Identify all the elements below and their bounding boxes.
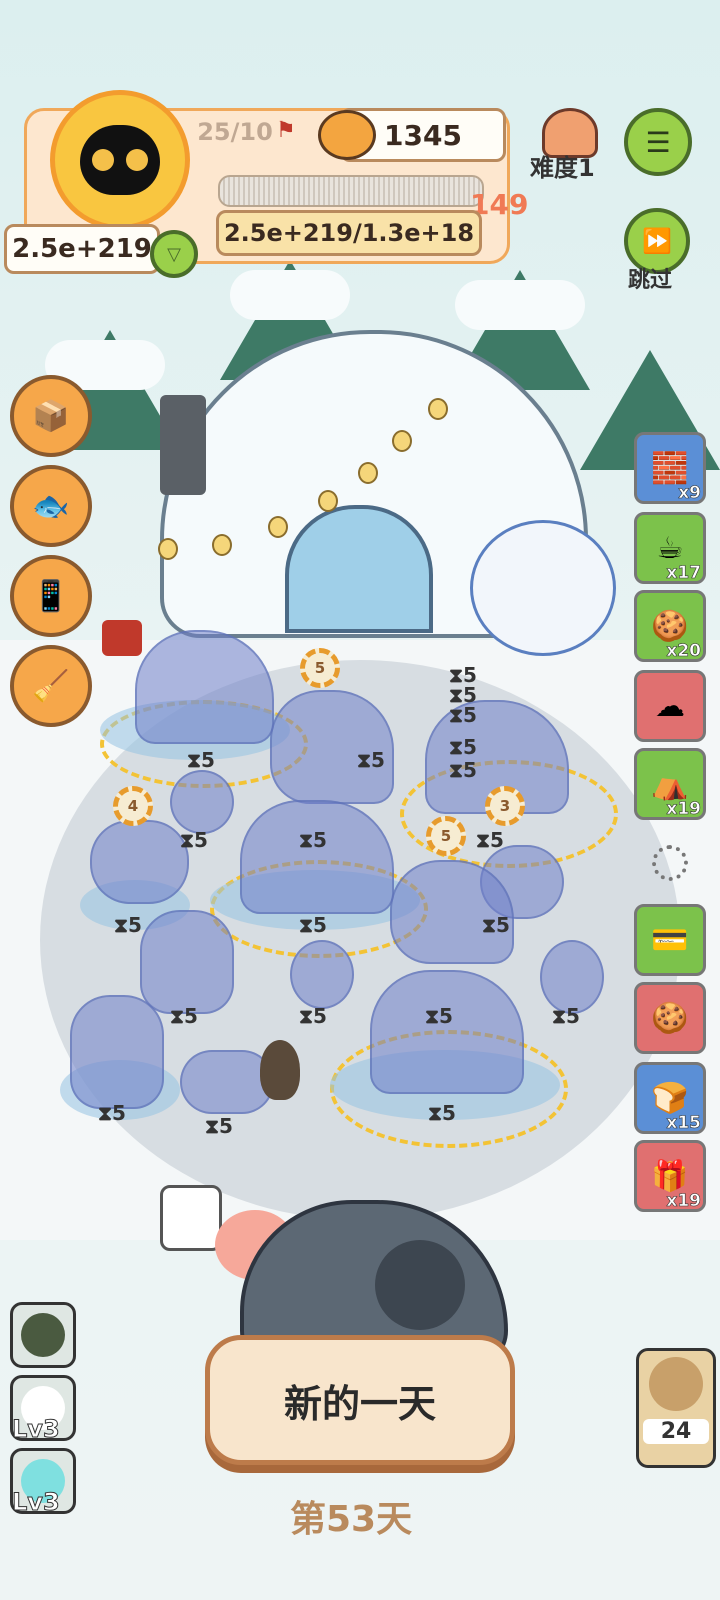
gift-bag-icon: 🎁 bbox=[651, 1158, 689, 1194]
lamp-bulb bbox=[358, 462, 378, 484]
exp-text: 2.5e+219/1.3e+18 bbox=[216, 210, 482, 256]
frozen-mammoth[interactable] bbox=[240, 800, 394, 914]
difficulty-label[interactable]: 难度1 bbox=[530, 148, 595, 183]
freeze-timer: ⧗5 bbox=[425, 1004, 453, 1028]
freeze-timer: ⧗5 bbox=[187, 748, 215, 772]
freeze-timer: ⧗5 bbox=[449, 735, 477, 759]
frozen-penguin[interactable] bbox=[290, 940, 354, 1009]
frog-icon bbox=[21, 1313, 65, 1357]
level-chip[interactable]: 4 bbox=[113, 786, 153, 826]
freeze-timer: ⧗5 bbox=[299, 913, 327, 937]
frozen-penguin[interactable] bbox=[540, 940, 604, 1014]
skill-level: Lv3 bbox=[12, 1488, 61, 1517]
inventory-gingerbread[interactable]: 🍪 bbox=[634, 982, 706, 1054]
inventory-coffee[interactable]: ☕ x17 bbox=[634, 512, 706, 584]
owl-counter-card[interactable]: 24 bbox=[636, 1348, 716, 1468]
owl-count: 24 bbox=[643, 1419, 709, 1444]
bank-card-icon: 💳 bbox=[651, 922, 689, 958]
menu-button[interactable]: ☰ bbox=[624, 108, 692, 176]
freeze-timer: ⧗5 bbox=[449, 758, 477, 782]
tree-snow bbox=[455, 280, 585, 330]
monster-face bbox=[375, 1240, 465, 1330]
igloo-door bbox=[285, 505, 433, 633]
hp-value: 2.5e+219 bbox=[4, 224, 160, 274]
freeze-timer: ⧗5 bbox=[428, 1101, 456, 1125]
frozen-fox[interactable] bbox=[70, 995, 164, 1109]
goldfish-icon: 🐟 bbox=[32, 488, 70, 524]
ice-phoenix[interactable] bbox=[470, 520, 616, 656]
inventory-gift-bag[interactable]: 🎁 x19 bbox=[634, 1140, 706, 1212]
gingerbread-icon: 🍪 bbox=[651, 1000, 689, 1036]
freeze-timer: ⧗5 bbox=[482, 913, 510, 937]
cookie-pack-icon: 🍪 bbox=[651, 608, 689, 644]
freeze-timer: ⧗5 bbox=[205, 1114, 233, 1138]
exp-progress-bar bbox=[218, 175, 484, 207]
inventory-tent[interactable]: ⛺ x19 bbox=[634, 748, 706, 820]
coin-tin-icon bbox=[318, 110, 376, 160]
fast-forward-icon: ⏩ bbox=[642, 227, 672, 255]
new-day-button[interactable]: 新的一天 bbox=[205, 1335, 515, 1465]
level-chip[interactable]: 5 bbox=[300, 648, 340, 688]
owl-icon bbox=[649, 1357, 703, 1411]
freeze-timer: ⧗5 bbox=[299, 1004, 327, 1028]
freeze-timer: ⧗5 bbox=[170, 1004, 198, 1028]
certificate-icon[interactable] bbox=[160, 1185, 222, 1251]
stage-progress: 25/10 bbox=[197, 118, 273, 146]
day-label: 第53天 bbox=[290, 1499, 413, 1540]
loading-gear-icon bbox=[652, 845, 688, 881]
fireplace-icon: 🧱 bbox=[651, 450, 689, 486]
bread-icon: 🍞 bbox=[651, 1080, 689, 1116]
heart-dropdown-icon[interactable]: ▽ bbox=[150, 230, 198, 278]
skill-level: Lv3 bbox=[12, 1415, 61, 1444]
inventory-cloud-creature[interactable]: ☁ bbox=[634, 670, 706, 742]
black-cat-icon bbox=[80, 125, 160, 195]
freeze-timer: ⧗5 bbox=[299, 828, 327, 852]
lamp-bulb bbox=[158, 538, 178, 560]
freeze-timer: ⧗5 bbox=[180, 828, 208, 852]
phone-shop-button[interactable]: 📱 bbox=[10, 555, 92, 637]
inventory-fireplace[interactable]: 🧱 x9 bbox=[634, 432, 706, 504]
frozen-penguin[interactable] bbox=[170, 770, 234, 834]
phone-icon: 📱 bbox=[32, 578, 70, 614]
level-chip[interactable]: 5 bbox=[426, 816, 466, 856]
lamp-bulb bbox=[268, 516, 288, 538]
inventory-cookie-pack[interactable]: 🍪 x20 bbox=[634, 590, 706, 662]
lamp-bulb bbox=[318, 490, 338, 512]
freeze-timer: ⧗5 bbox=[98, 1101, 126, 1125]
skill-slot-frog[interactable] bbox=[10, 1302, 76, 1368]
level-chip[interactable]: 3 bbox=[485, 786, 525, 826]
red-bucket bbox=[102, 620, 142, 656]
freeze-timer: ⧗5 bbox=[114, 913, 142, 937]
tree-snow bbox=[230, 270, 350, 320]
frozen-dragon[interactable] bbox=[390, 860, 514, 964]
inventory-bank-card[interactable]: 💳 bbox=[634, 904, 706, 976]
shovel-icon: 🧹 bbox=[32, 668, 70, 704]
brown-rabbit[interactable] bbox=[260, 1040, 300, 1100]
tent-icon: ⛺ bbox=[651, 766, 689, 802]
frozen-mammoth[interactable] bbox=[370, 970, 524, 1094]
inventory-bread[interactable]: 🍞 x15 bbox=[634, 1062, 706, 1134]
freeze-timer: ⧗5 bbox=[476, 828, 504, 852]
freeze-timer: ⧗5 bbox=[552, 1004, 580, 1028]
player-avatar[interactable] bbox=[50, 90, 190, 230]
cardboard-box-icon: 📦 bbox=[32, 398, 70, 434]
cloud-creature-icon: ☁ bbox=[655, 688, 685, 724]
freeze-timer: ⧗5 bbox=[357, 748, 385, 772]
skip-label[interactable]: 跳过 bbox=[628, 262, 672, 294]
lamp-bulb bbox=[212, 534, 232, 556]
box-shop-button[interactable]: 📦 bbox=[10, 375, 92, 457]
coffee-cup-icon: ☕ bbox=[656, 530, 684, 566]
tools-shop-button[interactable]: 🧹 bbox=[10, 645, 92, 727]
frozen-fox[interactable] bbox=[140, 910, 234, 1014]
frozen-dragon[interactable] bbox=[270, 690, 394, 804]
frozen-turtle[interactable] bbox=[90, 820, 189, 904]
freeze-timer: ⧗5 bbox=[449, 703, 477, 727]
pet-shop-button[interactable]: 🐟 bbox=[10, 465, 92, 547]
flag-icon: ⚑ bbox=[276, 118, 296, 143]
lamp-bulb bbox=[428, 398, 448, 420]
chimney bbox=[160, 395, 206, 495]
lamp-bulb bbox=[392, 430, 412, 452]
list-menu-icon: ☰ bbox=[645, 125, 671, 159]
